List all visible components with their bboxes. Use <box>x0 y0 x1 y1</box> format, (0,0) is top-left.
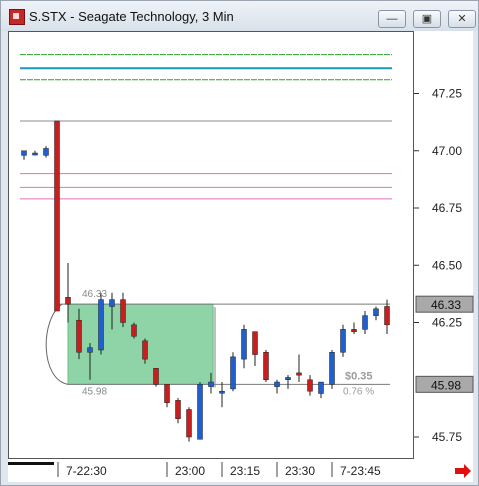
candle-body[interactable] <box>186 409 192 438</box>
candle-body[interactable] <box>175 400 181 419</box>
time-tick-label: 7-23:45 <box>340 464 381 478</box>
measure-change-label: $0.35 <box>345 370 373 382</box>
measure-bracket <box>45 303 69 385</box>
scroll-right-arrow-icon[interactable] <box>455 464 471 478</box>
candle-body[interactable] <box>252 331 258 355</box>
candle-body[interactable] <box>164 384 170 403</box>
candle-body[interactable] <box>373 308 379 316</box>
candle-body[interactable] <box>296 372 302 376</box>
candle-body[interactable] <box>87 347 93 353</box>
measure-box-shadow <box>213 307 216 388</box>
candle-body[interactable] <box>351 329 357 332</box>
candle-body[interactable] <box>384 306 390 326</box>
time-tick-label: 7-22:30 <box>66 464 107 478</box>
candle-body[interactable] <box>230 356 236 390</box>
time-tick-label: 23:15 <box>230 464 260 478</box>
candle-body[interactable] <box>318 381 324 394</box>
time-tick-label: 23:00 <box>175 464 205 478</box>
price-tick-label: 45.75 <box>432 430 462 444</box>
candle-body[interactable] <box>197 384 203 440</box>
candle-body[interactable] <box>241 329 247 360</box>
candle-body[interactable] <box>43 148 49 156</box>
candle-body[interactable] <box>263 352 269 380</box>
candle-body[interactable] <box>131 324 137 337</box>
low-price-tag-label: 45.98 <box>431 378 461 392</box>
price-tick-label: 47.25 <box>432 87 462 101</box>
last-price-tag-label: 46.33 <box>431 298 461 312</box>
candle-body[interactable] <box>307 379 313 392</box>
candle-body[interactable] <box>21 150 27 156</box>
measure-low-label: 45.98 <box>82 386 107 397</box>
candle-body[interactable] <box>109 299 115 307</box>
candle-body[interactable] <box>76 319 82 353</box>
time-tick-label: 23:30 <box>285 464 315 478</box>
candle-body[interactable] <box>329 352 335 385</box>
measure-percent-label: 0.76 % <box>343 386 374 397</box>
candle-body[interactable] <box>285 377 291 380</box>
candle-body[interactable] <box>362 315 368 330</box>
price-tick-label: 46.75 <box>432 201 462 215</box>
candle-body[interactable] <box>120 299 126 323</box>
candle-body[interactable] <box>65 297 71 305</box>
candle-body[interactable] <box>219 390 225 394</box>
measure-high-label: 46.33 <box>82 289 107 300</box>
candle-body[interactable] <box>153 368 159 385</box>
candle-body[interactable] <box>208 381 214 387</box>
candle-body[interactable] <box>32 152 38 156</box>
candle-body[interactable] <box>54 120 60 312</box>
price-tick-label: 47.00 <box>432 144 462 158</box>
scroll-position-bar[interactable] <box>8 462 54 465</box>
candle-body[interactable] <box>340 329 346 353</box>
price-tick-label: 46.50 <box>432 258 462 272</box>
candle-body[interactable] <box>142 340 148 360</box>
price-tick-label: 46.25 <box>432 316 462 330</box>
candlestick-chart[interactable]: 46.33 45.98 $0.35 0.76 % 47.25 47.00 46.75… <box>0 0 479 486</box>
candle-body[interactable] <box>98 299 104 351</box>
candle-body[interactable] <box>274 381 280 387</box>
